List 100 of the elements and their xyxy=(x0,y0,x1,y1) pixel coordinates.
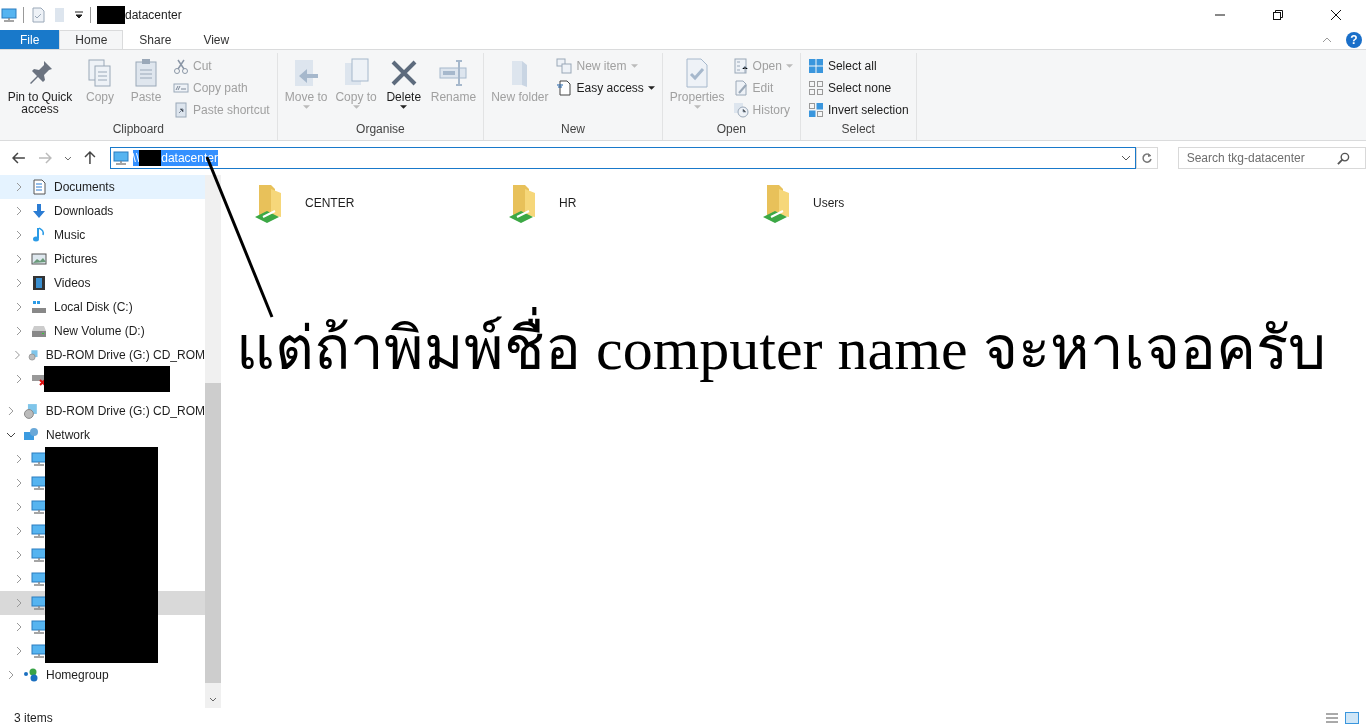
document-icon xyxy=(556,80,573,96)
ribbon-tab[interactable]: Home xyxy=(59,30,124,49)
scrollbar[interactable] xyxy=(205,175,221,708)
chevron-right-icon[interactable] xyxy=(14,182,24,192)
properties-icon[interactable] xyxy=(30,7,46,23)
help-button[interactable]: ? xyxy=(1346,31,1362,48)
ribbon-tab[interactable]: View xyxy=(187,30,246,49)
chevron-right-icon[interactable] xyxy=(14,302,24,312)
chevron-right-icon[interactable] xyxy=(14,278,24,288)
path-icon xyxy=(173,80,189,96)
chevron-right-icon[interactable] xyxy=(14,646,24,656)
history-icon xyxy=(732,102,749,118)
chevron-right-icon[interactable] xyxy=(14,254,24,264)
computer-icon xyxy=(31,619,47,635)
chevron-right-icon[interactable] xyxy=(6,406,16,416)
computer-icon xyxy=(112,150,129,166)
restore-icon[interactable] xyxy=(1272,9,1284,21)
ribbon-button[interactable]: Select none xyxy=(804,77,912,99)
disc-drive-icon xyxy=(27,347,39,363)
nav-item[interactable]: Local Disk (C:) xyxy=(0,295,205,319)
rename-icon xyxy=(437,57,470,89)
large-icons-view-icon[interactable] xyxy=(1344,710,1360,726)
redaction-block xyxy=(97,6,125,24)
computer-icon xyxy=(31,523,47,539)
chevron-right-icon[interactable] xyxy=(14,502,24,512)
select-grid-icon xyxy=(807,58,824,74)
shortcut-icon xyxy=(173,102,189,118)
chevron-right-icon[interactable] xyxy=(14,350,21,360)
nav-item[interactable]: BD-ROM Drive (G:) CD_ROM xyxy=(0,399,205,423)
back-arrow-icon[interactable] xyxy=(12,152,26,164)
window-title: datacenter xyxy=(125,8,182,22)
disc-drive-icon xyxy=(22,403,39,419)
chevron-right-icon[interactable] xyxy=(14,206,24,216)
nav-item[interactable]: Downloads xyxy=(0,199,205,223)
computer-icon xyxy=(31,643,47,659)
nav-item[interactable]: Videos xyxy=(0,271,205,295)
chevron-right-icon[interactable] xyxy=(14,550,24,560)
chevron-right-icon[interactable] xyxy=(14,374,24,384)
computer-icon xyxy=(31,451,47,467)
pencil-document-icon xyxy=(732,80,749,96)
search-field[interactable]: Search tkg-datacenter xyxy=(1177,147,1366,169)
chevron-right-icon[interactable] xyxy=(14,478,24,488)
nav-item[interactable]: Music xyxy=(0,223,205,247)
details-view-icon[interactable] xyxy=(1324,710,1340,726)
nav-item[interactable]: Network xyxy=(0,423,205,447)
nav-item[interactable]: BD-ROM Drive (G:) CD_ROM xyxy=(0,343,205,367)
refresh-icon xyxy=(1140,152,1153,164)
chevron-right-icon[interactable] xyxy=(14,326,24,336)
empty-grid-icon xyxy=(807,80,824,96)
new-item-icon xyxy=(556,58,573,74)
computer-icon xyxy=(31,547,47,563)
up-arrow-icon[interactable] xyxy=(83,151,96,165)
chevron-down-icon[interactable] xyxy=(209,697,217,702)
ribbon-button[interactable]: Delete xyxy=(381,53,426,109)
group-label: Organise xyxy=(356,122,405,138)
chevron-right-icon[interactable] xyxy=(14,526,24,536)
chevron-right-icon[interactable] xyxy=(14,598,24,608)
caret-icon[interactable] xyxy=(74,10,84,20)
film-icon xyxy=(31,275,47,291)
chevron-right-icon[interactable] xyxy=(14,622,24,632)
chevron-down-icon[interactable] xyxy=(63,155,72,161)
computer-icon xyxy=(31,475,47,491)
document-icon xyxy=(31,179,47,195)
nav-item[interactable]: Homegroup xyxy=(0,663,205,687)
file-tab[interactable]: File xyxy=(0,30,60,49)
nav-item[interactable]: Pictures xyxy=(0,247,205,271)
ribbon-button[interactable]: Select all xyxy=(804,55,912,77)
group-label: Select xyxy=(841,122,875,138)
music-note-icon xyxy=(31,227,47,243)
forward-arrow-icon[interactable] xyxy=(37,152,52,164)
chevron-right-icon[interactable] xyxy=(6,670,16,680)
chevron-down-icon[interactable] xyxy=(1120,155,1131,161)
ribbon-button[interactable]: Pin to Quick access xyxy=(4,53,76,115)
ribbon-button[interactable]: Invert selection xyxy=(804,99,912,121)
computer-icon xyxy=(31,499,47,515)
chevron-right-icon[interactable] xyxy=(14,574,24,584)
chevron-right-icon[interactable] xyxy=(14,230,24,240)
address-text: \\ xyxy=(132,151,140,165)
network-icon xyxy=(23,427,39,443)
chevron-down-icon[interactable] xyxy=(6,432,16,438)
redaction-block xyxy=(139,150,162,166)
group-label: Clipboard xyxy=(112,122,165,138)
homegroup-icon xyxy=(23,667,39,683)
invert-grid-icon xyxy=(807,102,824,118)
refresh-button[interactable] xyxy=(1135,147,1158,169)
chevron-up-icon[interactable] xyxy=(1322,36,1332,43)
chevron-right-icon[interactable] xyxy=(14,454,24,464)
nav-item[interactable]: Documents xyxy=(0,175,205,199)
close-icon[interactable] xyxy=(1330,9,1342,21)
folder-item[interactable]: Users xyxy=(759,181,1013,225)
drive-icon xyxy=(31,323,47,339)
computer-icon xyxy=(31,571,47,587)
download-arrow-icon xyxy=(31,203,47,219)
folder-item[interactable]: HR xyxy=(505,181,759,225)
computer-icon xyxy=(31,595,47,611)
nav-item[interactable]: New Volume (D:) xyxy=(0,319,205,343)
ribbon-button[interactable]: Easy access xyxy=(553,77,658,99)
status-text: 3 items xyxy=(14,711,53,725)
folder-item[interactable]: CENTER xyxy=(251,181,505,225)
ribbon-tab[interactable]: Share xyxy=(123,30,188,49)
